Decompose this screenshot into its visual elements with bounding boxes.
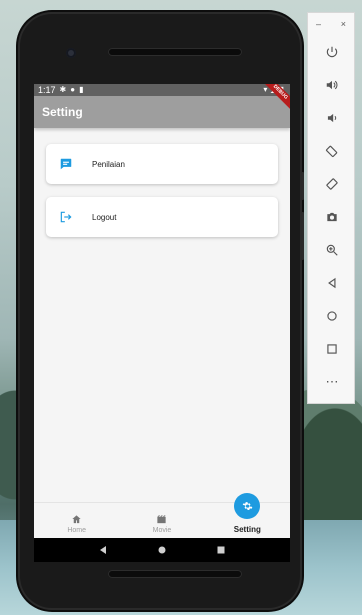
more-options-button[interactable]: ⋯ (308, 365, 356, 398)
page-title: Setting (42, 105, 83, 119)
volume-button[interactable] (301, 172, 304, 200)
recents-icon[interactable] (216, 545, 226, 555)
home-circle-outline-icon (327, 310, 337, 321)
zoom-button[interactable] (308, 233, 356, 266)
location-status-icon: ● (70, 85, 76, 94)
nav-label-setting: Setting (233, 525, 261, 534)
home-toolbar-button[interactable] (308, 299, 356, 332)
menu-item-penilaian[interactable]: Penilaian (46, 144, 278, 184)
close-button[interactable]: × (341, 19, 346, 29)
settings-icon (242, 501, 253, 510)
settings-status-icon: ✱ (59, 85, 67, 94)
power-toolbar-button[interactable] (308, 35, 356, 68)
sim-status-icon: ▮ (79, 85, 84, 94)
status-bar: 1:17 ✱ ● ▮ ▾ ◢ ▮ DEBUG (34, 84, 290, 113)
earpiece-speaker (108, 48, 242, 56)
logout-icon (58, 209, 74, 225)
rotate-left-button[interactable] (308, 134, 356, 167)
front-camera (66, 48, 76, 58)
status-time: 1:17 (38, 85, 56, 95)
power-button[interactable] (301, 212, 304, 260)
screenshot-button[interactable] (308, 200, 356, 233)
overview-toolbar-button[interactable] (308, 332, 356, 365)
back-triangle-icon (328, 277, 336, 288)
bottom-speaker (108, 570, 242, 578)
menu-item-label: Penilaian (92, 159, 125, 169)
rotate-right-button[interactable] (308, 167, 356, 200)
volume-up-button[interactable] (308, 68, 356, 101)
rate-review-icon (58, 156, 74, 172)
nav-item-movie[interactable]: Movie (119, 503, 204, 538)
app-bar: Setting (34, 96, 290, 128)
volume-down-icon (327, 113, 337, 122)
menu-item-label: Logout (92, 212, 117, 222)
nav-item-home[interactable]: Home (34, 503, 119, 538)
rotate-left-icon (325, 145, 338, 157)
back-icon[interactable] (98, 545, 108, 555)
emulator-toolbar: – × ⋯ (307, 12, 355, 404)
bottom-navigation: Home Movie Setting (34, 493, 290, 538)
active-tab-indicator (234, 493, 261, 519)
volume-up-icon (326, 80, 338, 89)
minimize-button[interactable]: – (316, 19, 321, 29)
camera-icon (327, 212, 337, 221)
volume-down-button[interactable] (308, 101, 356, 134)
home-circle-icon[interactable] (157, 545, 167, 555)
power-icon (326, 46, 338, 57)
android-navigation-bar (34, 538, 290, 562)
settings-list: Penilaian Logout (34, 128, 290, 237)
zoom-in-icon (326, 244, 338, 256)
rotate-right-icon (326, 177, 338, 190)
back-toolbar-button[interactable] (308, 266, 356, 299)
nav-item-setting[interactable]: Setting (205, 493, 290, 538)
app-screen: 1:17 ✱ ● ▮ ▾ ◢ ▮ DEBUG Setting Penilaian (34, 84, 290, 538)
emulator-window-controls: – × (308, 13, 354, 29)
nav-label-movie: Movie (152, 527, 172, 534)
home-icon (72, 515, 81, 524)
movie-icon (157, 515, 167, 524)
menu-item-logout[interactable]: Logout (46, 197, 278, 237)
more-icon: ⋯ (325, 373, 339, 389)
overview-square-icon (327, 343, 337, 354)
nav-label-home: Home (67, 527, 86, 534)
